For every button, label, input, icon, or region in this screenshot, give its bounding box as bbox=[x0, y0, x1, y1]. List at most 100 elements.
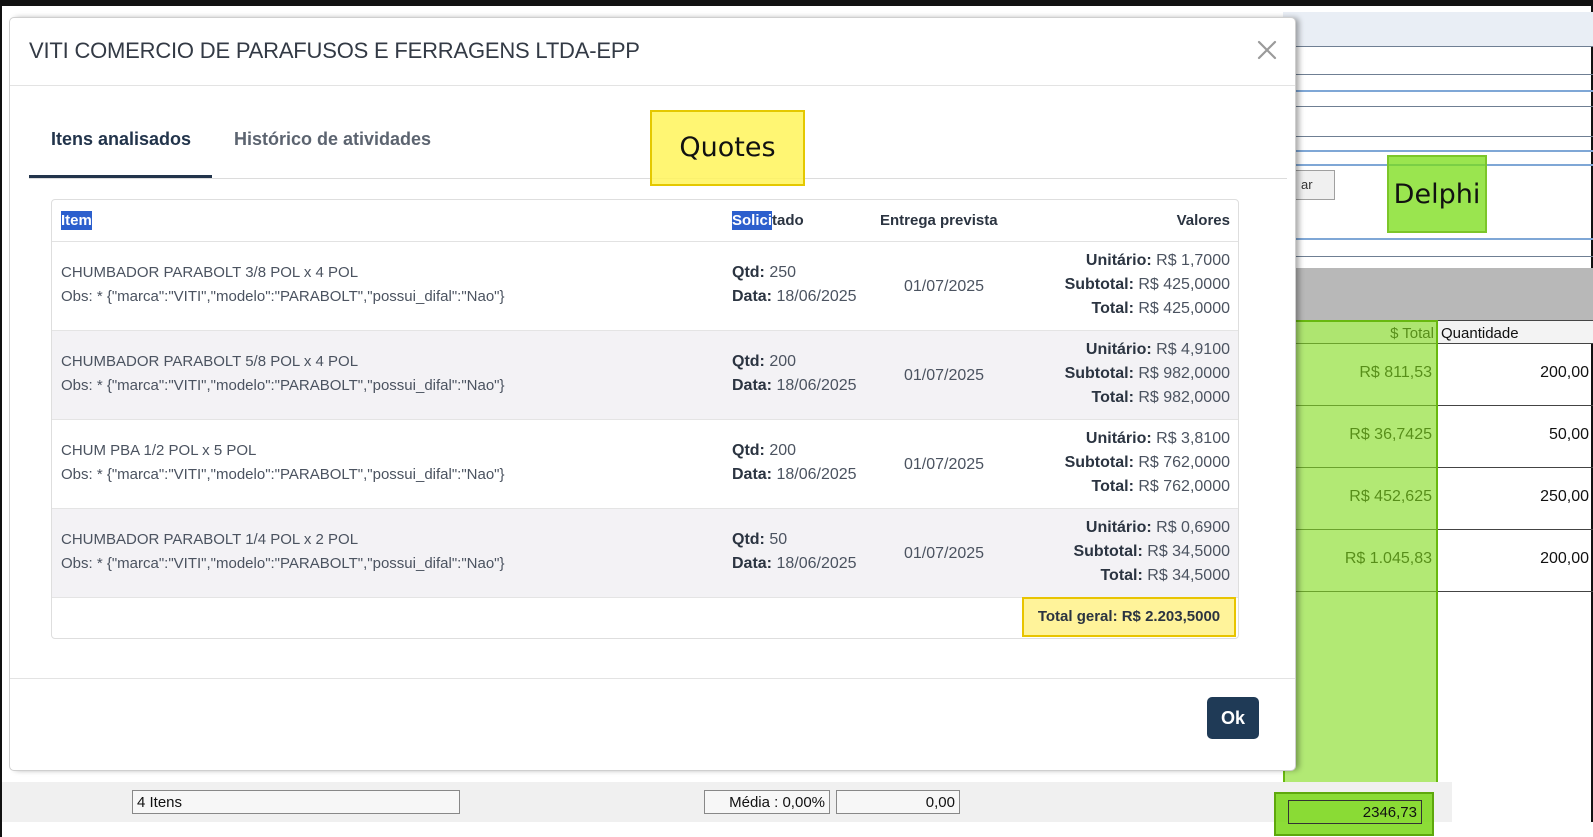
delphi-grid-header: $ Total Quantidade bbox=[1283, 320, 1593, 345]
item-unitario: Unitário: R$ 4,9100 bbox=[1086, 341, 1230, 359]
tab-itens-analisados[interactable]: Itens analisados bbox=[29, 113, 212, 178]
subtotal-value: R$ 425,0000 bbox=[1138, 276, 1230, 293]
item-subtotal: Subtotal: R$ 762,0000 bbox=[1065, 454, 1230, 472]
selected-text: Solici bbox=[732, 211, 773, 230]
item-name: CHUMBADOR PARABOLT 1/4 POL x 2 POL bbox=[61, 531, 359, 548]
divider bbox=[1283, 256, 1593, 257]
total-geral: Total geral: R$ 2.203,5000 bbox=[1022, 597, 1236, 637]
qtd-value: 50 bbox=[769, 531, 788, 548]
item-total: Total: R$ 425,0000 bbox=[1092, 300, 1230, 318]
column-header-solicitado: Solicitado bbox=[732, 211, 804, 230]
item-name: CHUMBADOR PARABOLT 5/8 POL x 4 POL bbox=[61, 353, 359, 370]
delphi-grid-header-band bbox=[1283, 268, 1593, 320]
item-obs: Obs: * {"marca":"VITI","modelo":"PARABOL… bbox=[61, 466, 505, 483]
item-unitario: Unitário: R$ 3,8100 bbox=[1086, 430, 1230, 448]
status-media: Média : 0,00% bbox=[704, 790, 830, 814]
table-row[interactable]: CHUMBADOR PARABOLT 1/4 POL x 2 POL Obs: … bbox=[52, 509, 1238, 598]
status-itens: 4 Itens bbox=[132, 790, 460, 814]
data-value: 18/06/2025 bbox=[776, 288, 857, 305]
total-value: R$ 34,5000 bbox=[1147, 567, 1230, 584]
unitario-value: R$ 3,8100 bbox=[1156, 430, 1230, 447]
delphi-annotation-label: Delphi bbox=[1387, 155, 1487, 233]
tab-historico-atividades[interactable]: Histórico de atividades bbox=[234, 113, 464, 178]
item-qtd: Qtd: 200 bbox=[732, 353, 796, 371]
header-text: tado bbox=[772, 212, 804, 229]
grid-cell-total: R$ 811,53 bbox=[1283, 344, 1438, 405]
selected-text: Item bbox=[61, 211, 92, 230]
item-data: Data: 18/06/2025 bbox=[732, 288, 857, 306]
table-row[interactable]: CHUMBADOR PARABOLT 3/8 POL x 4 POL Obs: … bbox=[52, 242, 1238, 331]
unitario-value: R$ 4,9100 bbox=[1156, 341, 1230, 358]
delphi-grid-row[interactable]: R$ 1.045,83 200,00 bbox=[1283, 530, 1593, 592]
grid-cell-quantidade: 200,00 bbox=[1540, 364, 1589, 381]
items-table: Item Solicitado Entrega prevista Valores… bbox=[51, 199, 1239, 639]
data-label: Data: bbox=[732, 288, 773, 305]
item-total: Total: R$ 982,0000 bbox=[1092, 389, 1230, 407]
item-entrega: 01/07/2025 bbox=[904, 545, 985, 562]
status-total-highlight: 2346,73 bbox=[1274, 792, 1434, 836]
grid-cell-quantidade: 200,00 bbox=[1540, 550, 1589, 567]
item-total: Total: R$ 34,5000 bbox=[1100, 567, 1230, 585]
quotes-annotation-label: Quotes bbox=[650, 110, 805, 186]
delphi-grid-row[interactable]: R$ 811,53 200,00 bbox=[1283, 344, 1593, 406]
qtd-label: Qtd: bbox=[732, 353, 765, 370]
item-entrega: 01/07/2025 bbox=[904, 278, 985, 295]
unitario-label: Unitário: bbox=[1085, 341, 1152, 358]
item-entrega: 01/07/2025 bbox=[904, 367, 985, 384]
item-name: CHUM PBA 1/2 POL x 5 POL bbox=[61, 442, 257, 459]
subtotal-label: Subtotal: bbox=[1064, 454, 1134, 471]
table-total-row: Total geral: R$ 2.203,5000 bbox=[52, 596, 1238, 638]
modal-header: VITI COMERCIO DE PARAFUSOS E FERRAGENS L… bbox=[10, 18, 1295, 86]
subtotal-value: R$ 762,0000 bbox=[1138, 454, 1230, 471]
item-data: Data: 18/06/2025 bbox=[732, 377, 857, 395]
data-label: Data: bbox=[732, 466, 773, 483]
divider bbox=[1283, 238, 1593, 240]
divider bbox=[1283, 90, 1593, 92]
divider bbox=[1283, 106, 1593, 107]
item-obs: Obs: * {"marca":"VITI","modelo":"PARABOL… bbox=[61, 288, 505, 305]
qtd-value: 200 bbox=[769, 353, 797, 370]
subtotal-value: R$ 34,5000 bbox=[1147, 543, 1230, 560]
delphi-top-band bbox=[1283, 12, 1593, 46]
item-total: Total: R$ 762,0000 bbox=[1092, 478, 1230, 496]
table-row[interactable]: CHUM PBA 1/2 POL x 5 POL Obs: * {"marca"… bbox=[52, 420, 1238, 509]
table-row[interactable]: CHUMBADOR PARABOLT 5/8 POL x 4 POL Obs: … bbox=[52, 331, 1238, 420]
table-header: Item Solicitado Entrega prevista Valores bbox=[52, 200, 1238, 242]
column-header-quantidade[interactable]: Quantidade bbox=[1438, 321, 1593, 345]
total-value: R$ 762,0000 bbox=[1138, 478, 1230, 495]
close-icon[interactable] bbox=[1253, 36, 1281, 64]
item-obs: Obs: * {"marca":"VITI","modelo":"PARABOL… bbox=[61, 377, 505, 394]
item-unitario: Unitário: R$ 0,6900 bbox=[1086, 519, 1230, 537]
item-data: Data: 18/06/2025 bbox=[732, 466, 857, 484]
divider bbox=[1283, 74, 1593, 75]
grid-cell-total: R$ 1.045,83 bbox=[1283, 530, 1438, 591]
unitario-label: Unitário: bbox=[1085, 252, 1152, 269]
delphi-grid-row[interactable]: R$ 36,7425 50,00 bbox=[1283, 406, 1593, 468]
total-value: R$ 982,0000 bbox=[1138, 389, 1230, 406]
grid-cell-quantidade: 250,00 bbox=[1540, 488, 1589, 505]
item-obs: Obs: * {"marca":"VITI","modelo":"PARABOL… bbox=[61, 555, 505, 572]
qtd-label: Qtd: bbox=[732, 264, 765, 281]
delphi-grid-row[interactable]: R$ 452,625 250,00 bbox=[1283, 468, 1593, 530]
item-name: CHUMBADOR PARABOLT 3/8 POL x 4 POL bbox=[61, 264, 359, 281]
status-valor: 0,00 bbox=[836, 790, 960, 814]
column-header-total[interactable]: $ Total bbox=[1283, 321, 1438, 345]
total-label: Total: bbox=[1091, 478, 1134, 495]
item-qtd: Qtd: 250 bbox=[732, 264, 796, 282]
ok-button[interactable]: Ok bbox=[1207, 697, 1259, 739]
qtd-value: 250 bbox=[769, 264, 797, 281]
unitario-label: Unitário: bbox=[1085, 519, 1152, 536]
qtd-value: 200 bbox=[769, 442, 797, 459]
data-label: Data: bbox=[732, 377, 773, 394]
item-subtotal: Subtotal: R$ 425,0000 bbox=[1065, 276, 1230, 294]
status-total: 2346,73 bbox=[1288, 800, 1422, 824]
unitario-value: R$ 0,6900 bbox=[1156, 519, 1230, 536]
unitario-value: R$ 1,7000 bbox=[1156, 252, 1230, 269]
qtd-label: Qtd: bbox=[732, 531, 765, 548]
subtotal-label: Subtotal: bbox=[1073, 543, 1143, 560]
modal-title: VITI COMERCIO DE PARAFUSOS E FERRAGENS L… bbox=[29, 38, 640, 63]
data-label: Data: bbox=[732, 555, 773, 572]
total-value: R$ 425,0000 bbox=[1138, 300, 1230, 317]
item-subtotal: Subtotal: R$ 982,0000 bbox=[1065, 365, 1230, 383]
unitario-label: Unitário: bbox=[1085, 430, 1152, 447]
